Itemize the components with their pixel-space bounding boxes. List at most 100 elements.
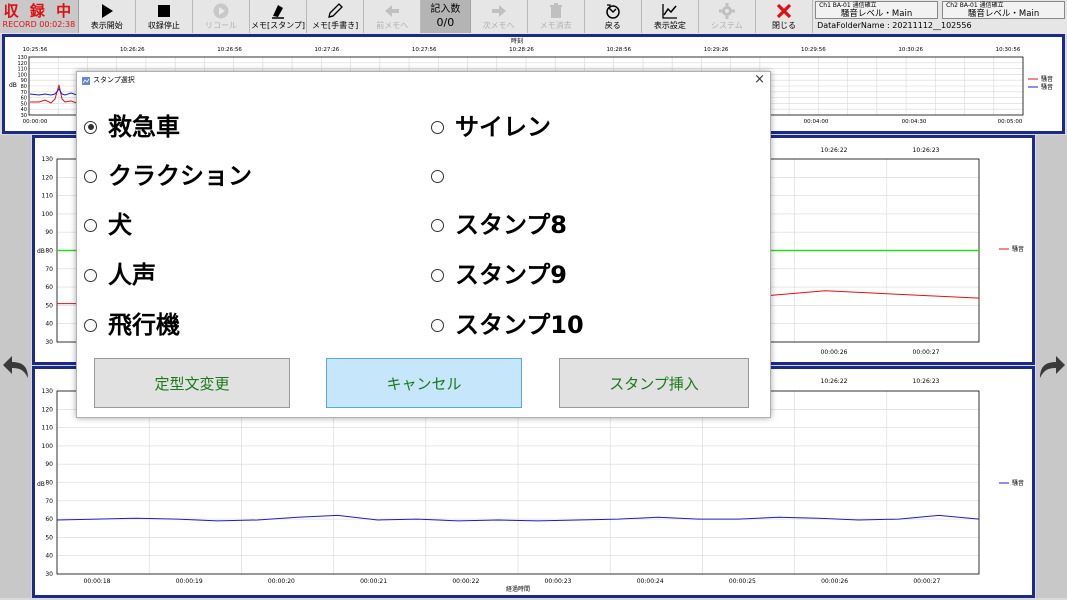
x-tick-label: 10:29:56 [801, 47, 826, 53]
channel-area: Ch1 BA-01 通信確立 騒音レベル・Main Ch2 BA-01 通信確立… [813, 0, 1067, 34]
app-window: 収 録 中 RECORD 00:02:38 表示開始 収録停止 リコール メモ[… [0, 0, 1067, 600]
x-tick-label: 10:26:22 [821, 147, 848, 154]
arrow-right-icon [491, 5, 506, 17]
stamp-option-radio[interactable] [431, 268, 444, 282]
y-tick-label: 120 [42, 174, 54, 181]
stamp-option-siren[interactable]: サイレン [431, 110, 551, 144]
y-tick-label: 110 [42, 425, 54, 432]
y-tick-label: 90 [45, 229, 53, 236]
x-tick-label: 10:26:56 [217, 47, 242, 53]
y-tick-label: 60 [45, 516, 53, 523]
x-tick-label: 10:25:56 [23, 47, 48, 53]
stamp-option-radio[interactable] [84, 218, 97, 232]
display-start-button[interactable]: 表示開始 [78, 0, 136, 33]
x-tick-label: 00:00:25 [729, 578, 756, 585]
x-tick-label: 00:00:21 [360, 578, 387, 585]
x-tick-label: 00:00:23 [545, 578, 572, 585]
overview-y-axis-label: dB [9, 82, 17, 89]
undo-clock-icon [606, 4, 620, 19]
arrow-left-icon [385, 5, 400, 17]
record-stop-button[interactable]: 収録停止 [135, 0, 193, 33]
dialog-close-button[interactable]: × [754, 73, 765, 87]
x-tick-label: 00:00:20 [268, 578, 295, 585]
x-tick-label: 00:00:22 [452, 578, 479, 585]
chart-1-legend: 騒音 [1012, 245, 1024, 253]
change-template-button[interactable]: 定型文変更 [94, 358, 290, 408]
display-settings-button[interactable]: 表示設定 [641, 0, 699, 33]
memo-count: 記入数 0/0 [421, 0, 471, 33]
y-tick-label: 120 [42, 406, 54, 413]
stamp-option-radio[interactable] [84, 169, 97, 183]
stamp-option-radio[interactable] [84, 318, 97, 332]
system-button[interactable]: システム [698, 0, 756, 33]
y-tick-label: 30 [45, 571, 53, 578]
stamp-option-voice[interactable]: 人声 [84, 258, 156, 292]
record-status-time: RECORD 00:02:38 [2, 20, 76, 29]
back-button[interactable]: 戻る [584, 0, 642, 33]
insert-stamp-button[interactable]: スタンプ挿入 [559, 358, 749, 408]
gear-icon [718, 3, 735, 19]
stamp-option-empty[interactable] [431, 159, 455, 193]
close-icon [776, 3, 792, 19]
stamp-option-radio[interactable] [431, 169, 444, 183]
y-tick-label: 70 [45, 498, 53, 505]
chart-2-legend: 騒音 [1012, 479, 1024, 487]
dialog-title: スタンプ選択 [93, 76, 135, 84]
curved-arrow-left-icon [2, 355, 28, 378]
memo-count-value: 0/0 [436, 15, 455, 29]
stamp-option-stamp8[interactable]: スタンプ8 [431, 208, 567, 242]
y-tick-label: 40 [45, 553, 53, 560]
x-tick-label: 00:04:30 [902, 119, 927, 125]
delete-memo-button[interactable]: メモ消去 [527, 0, 585, 33]
curved-arrow-right-icon [1039, 355, 1065, 378]
x-tick-label: 00:00:24 [637, 578, 664, 585]
x-tick-label: 00:00:18 [84, 578, 111, 585]
x-tick-label: 00:00:26 [821, 578, 848, 585]
x-tick-label: 00:00:00 [23, 119, 48, 125]
stamp-option-dog[interactable]: 犬 [84, 208, 132, 242]
close-app-button[interactable]: 閉じる [755, 0, 814, 33]
record-status: 収 録 中 RECORD 00:02:38 [0, 0, 79, 33]
x-tick-label: 00:00:19 [176, 578, 203, 585]
x-tick-label: 00:05:00 [998, 119, 1023, 125]
stamp-option-ambulance[interactable]: 救急車 [84, 110, 180, 144]
stamp-option-radio[interactable] [84, 268, 97, 282]
stamp-option-radio[interactable] [84, 120, 97, 134]
stamp-option-radio[interactable] [431, 218, 444, 232]
nav-left-button[interactable] [0, 135, 31, 598]
x-tick-label: 10:26:23 [913, 147, 940, 154]
x-tick-label: 10:27:56 [412, 47, 437, 53]
stamp-option-horn[interactable]: クラクション [84, 159, 252, 193]
y-tick-label: 100 [42, 443, 54, 450]
y-tick-label: 30 [45, 339, 53, 346]
x-tick-label: 10:29:26 [704, 47, 729, 53]
y-tick-label: 70 [45, 266, 53, 273]
memo-handwrite-button[interactable]: メモ[手書き] [307, 0, 365, 33]
y-tick-label: 40 [45, 321, 53, 328]
cancel-button[interactable]: キャンセル [326, 358, 522, 408]
stamp-option-radio[interactable] [431, 120, 444, 134]
channel-2-box: Ch2 BA-01 通信確立 騒音レベル・Main [942, 1, 1066, 19]
next-memo-button[interactable]: 次メモへ [470, 0, 528, 33]
x-tick-label: 10:26:23 [913, 378, 940, 385]
prev-memo-button[interactable]: 前メモへ [364, 0, 422, 33]
recall-button[interactable]: リコール [192, 0, 251, 33]
overview-legend-red: 騒音 [1041, 75, 1053, 83]
x-tick-label: 10:30:26 [898, 47, 923, 53]
memo-count-label: 記入数 [430, 3, 461, 15]
stamp-option-airplane[interactable]: 飛行機 [84, 308, 180, 342]
memo-stamp-button[interactable]: メモ[スタンプ] [250, 0, 308, 33]
chart-2-x-axis-label: 経過時間 [506, 585, 530, 593]
line-chart-icon [662, 4, 677, 19]
chart-1-y-axis-label: dB [37, 248, 45, 255]
stamp-option-stamp10[interactable]: スタンプ10 [431, 308, 584, 342]
play-icon [101, 4, 113, 18]
stamp-option-radio[interactable] [431, 318, 444, 332]
data-folder-name: DataFolderName : 20211112__102556 [817, 21, 972, 30]
app-icon [82, 77, 90, 85]
recall-play-icon [213, 3, 229, 19]
x-tick-label: 00:04:00 [804, 119, 829, 125]
stamp-option-stamp9[interactable]: スタンプ9 [431, 258, 567, 292]
trash-icon [549, 3, 562, 18]
nav-right-button[interactable] [1036, 135, 1067, 598]
